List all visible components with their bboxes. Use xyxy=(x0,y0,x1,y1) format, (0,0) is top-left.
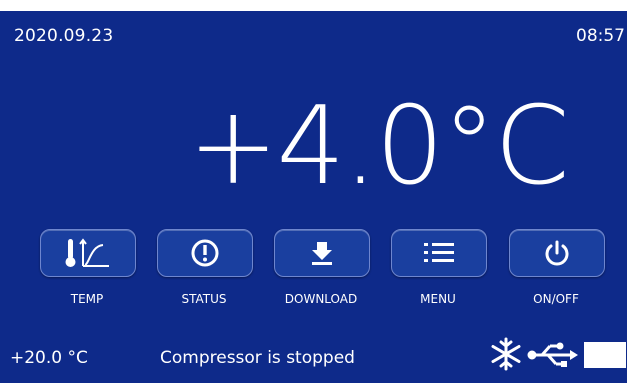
menu-list-icon xyxy=(424,243,454,262)
download-label: DOWNLOAD xyxy=(284,292,358,306)
status-label: STATUS xyxy=(181,292,227,306)
temp-button[interactable] xyxy=(40,229,136,277)
time-readout: 08:57 xyxy=(576,26,625,46)
power-button[interactable] xyxy=(509,229,605,277)
display-screen: 2020.09.23 08:57 +4.0°C TEMP STATUS DOWN… xyxy=(0,11,627,383)
battery-icon xyxy=(584,342,626,368)
temperature-readout: +4.0°C xyxy=(188,84,570,209)
setpoint-readout: +20.0 °C xyxy=(10,348,88,368)
snowflake-icon xyxy=(491,337,521,371)
temp-label: TEMP xyxy=(70,292,104,306)
power-icon xyxy=(545,240,569,266)
thermometer-graph-icon xyxy=(65,238,109,267)
compressor-status: Compressor is stopped xyxy=(160,348,355,368)
onoff-label: ON/OFF xyxy=(533,292,579,306)
menu-button[interactable] xyxy=(391,229,487,277)
usb-icon xyxy=(527,342,578,367)
status-button[interactable] xyxy=(157,229,253,277)
menu-label: MENU xyxy=(420,292,456,306)
download-button[interactable] xyxy=(274,229,370,277)
download-icon xyxy=(312,242,332,265)
date-readout: 2020.09.23 xyxy=(14,26,114,46)
alert-icon xyxy=(191,239,219,267)
